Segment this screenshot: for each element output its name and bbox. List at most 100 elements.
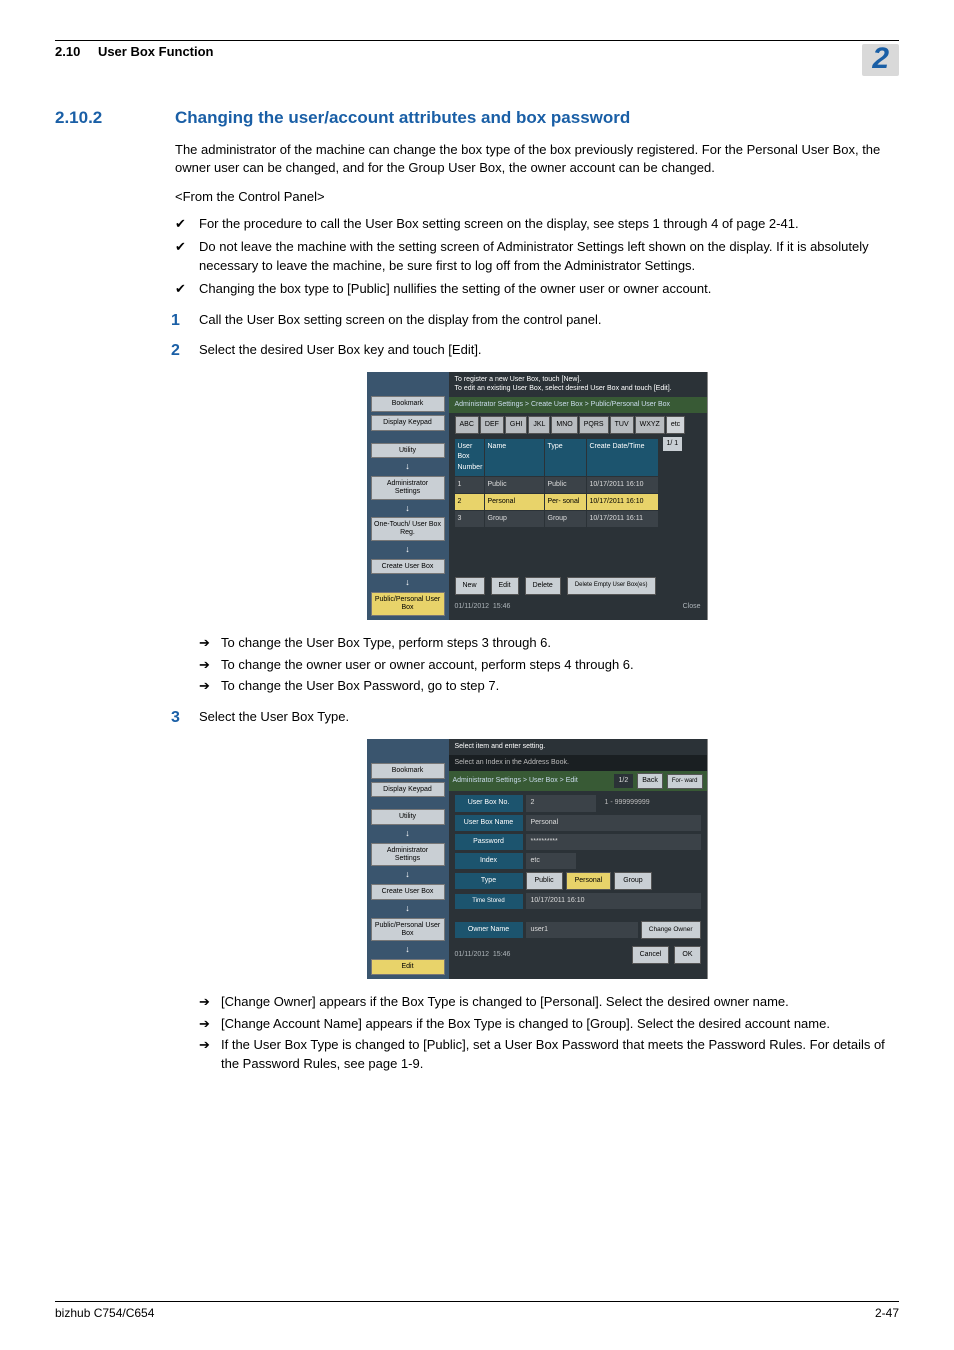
step-number: 2: [171, 339, 180, 362]
col-name[interactable]: Name: [485, 439, 545, 475]
table-row[interactable]: 3GroupGroup10/17/2011 16:11: [455, 510, 659, 527]
password-value[interactable]: **********: [526, 834, 701, 850]
tab-etc[interactable]: etc: [666, 416, 685, 434]
chevron-down-icon: ↓: [371, 577, 445, 589]
step-text: Select the User Box Type.: [199, 709, 349, 724]
page-footer: bizhub C754/C654 2-47: [55, 1301, 899, 1320]
arrow-list: [Change Owner] appears if the Box Type i…: [199, 993, 899, 1074]
col-date[interactable]: Create Date/Time: [587, 439, 659, 475]
step-number: 1: [171, 309, 180, 332]
chevron-down-icon: ↓: [371, 828, 445, 840]
footer-model: bizhub C754/C654: [55, 1306, 154, 1320]
tab-jkl[interactable]: JKL: [528, 416, 550, 434]
forward-button[interactable]: For- ward: [667, 774, 703, 789]
utility-button[interactable]: Utility: [371, 443, 445, 459]
index-value[interactable]: etc: [526, 853, 576, 869]
header-section-number: 2.10: [55, 44, 80, 59]
password-label: Password: [455, 834, 523, 850]
one-touch-button[interactable]: One-Touch/ User Box Reg.: [371, 517, 445, 540]
check-item: Changing the box type to [Public] nullif…: [175, 280, 899, 299]
table-row-selected[interactable]: 2PersonalPer- sonal10/17/2011 16:10: [455, 493, 659, 510]
delete-empty-button[interactable]: Delete Empty User Box(es): [567, 577, 656, 595]
bookmark-button[interactable]: Bookmark: [371, 396, 445, 412]
sidebar: Bookmark Display Keypad Utility ↓ Admini…: [367, 739, 449, 979]
check-list: For the procedure to call the User Box s…: [175, 215, 899, 298]
time-stored-value: 10/17/2011 16:10: [526, 893, 701, 909]
create-user-box-button[interactable]: Create User Box: [371, 559, 445, 575]
close-button[interactable]: Close: [683, 602, 701, 612]
tab-abc[interactable]: ABC: [455, 416, 479, 434]
heading-title: Changing the user/account attributes and…: [175, 106, 630, 131]
user-box-name-value[interactable]: Personal: [526, 815, 701, 831]
public-personal-button[interactable]: Public/Personal User Box: [371, 918, 445, 941]
owner-name-value: user1: [526, 922, 638, 938]
admin-settings-button[interactable]: Administrator Settings: [371, 476, 445, 499]
chevron-down-icon: ↓: [371, 869, 445, 881]
create-user-box-button[interactable]: Create User Box: [371, 884, 445, 900]
check-item: For the procedure to call the User Box s…: [175, 215, 899, 234]
footer-page-number: 2-47: [875, 1306, 899, 1320]
action-bar: New Edit Delete Delete Empty User Box(es…: [449, 573, 707, 599]
utility-button[interactable]: Utility: [371, 809, 445, 825]
check-item: Do not leave the machine with the settin…: [175, 238, 899, 276]
type-group-option[interactable]: Group: [614, 872, 651, 890]
user-box-name-label: User Box Name: [455, 815, 523, 831]
section-heading: 2.10.2 Changing the user/account attribu…: [55, 106, 899, 131]
arrow-item: [Change Account Name] appears if the Box…: [199, 1015, 899, 1034]
type-label: Type: [455, 873, 523, 889]
cancel-button[interactable]: Cancel: [632, 946, 670, 964]
step-item: 2 Select the desired User Box key and to…: [175, 341, 899, 360]
tab-def[interactable]: DEF: [480, 416, 504, 434]
owner-name-label: Owner Name: [455, 922, 523, 938]
change-owner-button[interactable]: Change Owner: [641, 921, 701, 938]
arrow-item: To change the User Box Type, perform ste…: [199, 634, 899, 653]
chevron-down-icon: ↓: [371, 944, 445, 956]
step-text: Select the desired User Box key and touc…: [199, 342, 482, 357]
instruction-text: Select item and enter setting.: [449, 739, 707, 755]
ok-button[interactable]: OK: [674, 946, 700, 964]
chevron-down-icon: ↓: [371, 461, 445, 473]
footer-time: 15:46: [493, 951, 511, 958]
edit-button[interactable]: Edit: [491, 577, 519, 595]
step-item: 1 Call the User Box setting screen on th…: [175, 311, 899, 330]
arrow-item: If the User Box Type is changed to [Publ…: [199, 1036, 899, 1074]
public-personal-button[interactable]: Public/Personal User Box: [371, 592, 445, 615]
index-label: Index: [455, 853, 523, 869]
footer-time: 15:46: [493, 603, 511, 610]
type-personal-option[interactable]: Personal: [566, 872, 612, 890]
delete-button[interactable]: Delete: [525, 577, 561, 595]
tab-ghi[interactable]: GHI: [505, 416, 527, 434]
col-type[interactable]: Type: [545, 439, 587, 475]
back-button[interactable]: Back: [637, 773, 663, 789]
bookmark-button[interactable]: Bookmark: [371, 763, 445, 779]
step-text: Call the User Box setting screen on the …: [199, 312, 602, 327]
instruction-text: To register a new User Box, touch [New].…: [449, 372, 707, 397]
header-section-title: User Box Function: [98, 44, 214, 59]
tab-wxyz[interactable]: WXYZ: [635, 416, 665, 434]
user-box-no-label: User Box No.: [455, 795, 523, 811]
table-row[interactable]: 1PublicPublic10/17/2011 16:10: [455, 476, 659, 493]
type-public-option[interactable]: Public: [526, 872, 563, 890]
user-box-no-value[interactable]: 2: [526, 795, 596, 811]
page-header: 2.10 User Box Function 2: [55, 40, 899, 76]
arrow-item: To change the User Box Password, go to s…: [199, 677, 899, 696]
display-keypad-button[interactable]: Display Keypad: [371, 782, 445, 798]
subhead: <From the Control Panel>: [175, 188, 899, 207]
edit-form: User Box No. 2 1 - 999999999 User Box Na…: [449, 791, 707, 942]
page-indicator: 1/2: [614, 774, 634, 788]
arrow-item: [Change Owner] appears if the Box Type i…: [199, 993, 899, 1012]
breadcrumb: Administrator Settings > User Box > Edit: [453, 776, 610, 786]
tab-tuv[interactable]: TUV: [610, 416, 634, 434]
tab-pqrs[interactable]: PQRS: [579, 416, 609, 434]
edit-nav-button[interactable]: Edit: [371, 959, 445, 975]
user-box-no-range: 1 - 999999999: [599, 798, 650, 808]
admin-settings-button[interactable]: Administrator Settings: [371, 843, 445, 866]
col-number[interactable]: User Box Number: [455, 439, 485, 475]
new-button[interactable]: New: [455, 577, 485, 595]
heading-number: 2.10.2: [55, 106, 175, 131]
breadcrumb: Administrator Settings > Create User Box…: [449, 397, 707, 413]
chevron-down-icon: ↓: [371, 503, 445, 515]
step-number: 3: [171, 706, 180, 729]
tab-mno[interactable]: MNO: [551, 416, 577, 434]
display-keypad-button[interactable]: Display Keypad: [371, 415, 445, 431]
